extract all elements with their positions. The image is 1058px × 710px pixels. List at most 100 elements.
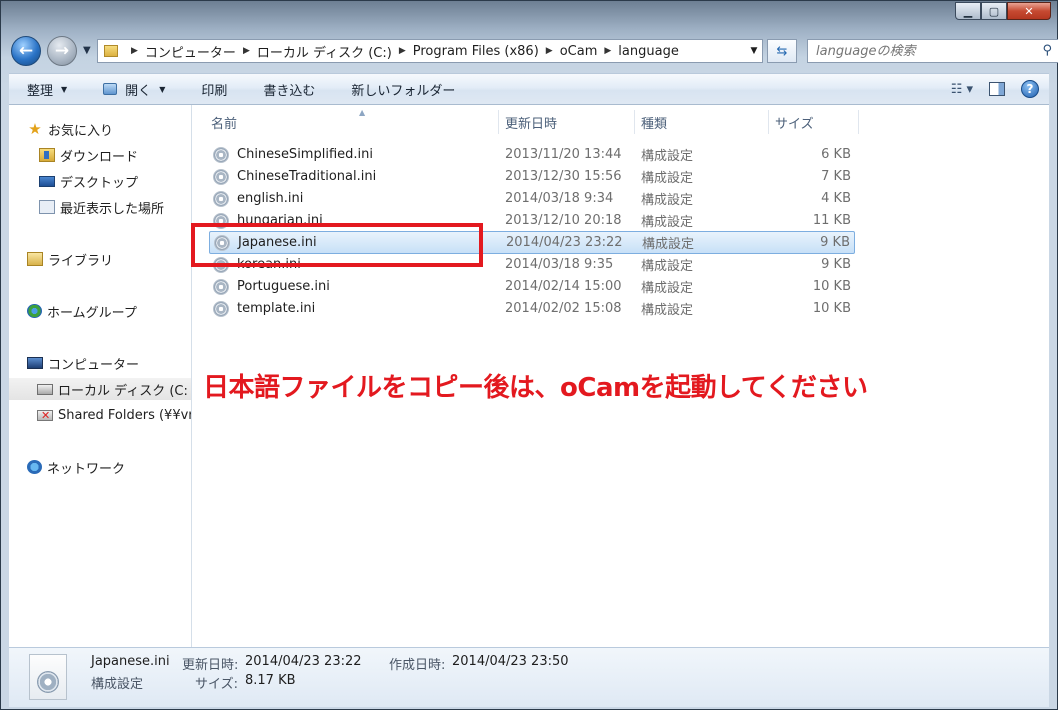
maximize-button[interactable]: ▢ (981, 2, 1007, 20)
column-header-type[interactable]: 種類 (635, 110, 769, 134)
annotation-text: 日本語ファイルをコピー後は、oCamを起動してください (203, 373, 868, 403)
file-name-cell: ChineseTraditional.ini (213, 166, 376, 187)
file-date: 2014/02/14 15:00 (505, 279, 622, 294)
print-label: 印刷 (201, 83, 228, 99)
nav-computer[interactable]: コンピューター (27, 352, 139, 374)
column-header-name[interactable]: ▲ 名前 (205, 108, 499, 134)
search-icon[interactable]: ⚲ (1042, 43, 1052, 58)
breadcrumb-ocam[interactable]: oCam (560, 44, 598, 59)
nav-favorites[interactable]: ★ お気に入り (27, 118, 113, 140)
file-name-cell: ChineseSimplified.ini (213, 144, 373, 165)
caption-buttons: ▁ ▢ ✕ (955, 2, 1051, 20)
minimize-button[interactable]: ▁ (955, 2, 981, 20)
nav-recent-places[interactable]: 最近表示した場所 (39, 196, 164, 218)
homegroup-icon (27, 304, 42, 318)
nav-desktop[interactable]: デスクトップ (39, 170, 138, 192)
recent-pages-dropdown[interactable]: ▼ (83, 45, 91, 56)
nav-homegroup[interactable]: ホームグループ (27, 300, 137, 322)
file-date: 2013/12/30 15:56 (505, 169, 622, 184)
file-row[interactable]: Portuguese.ini 2014/02/14 15:00 構成設定 10 … (209, 276, 855, 297)
nav-local-disk-label: ローカル ディスク (C: (58, 383, 188, 399)
file-row[interactable]: ChineseSimplified.ini 2013/11/20 13:44 構… (209, 144, 855, 165)
chevron-right-icon[interactable]: ▶ (243, 46, 250, 56)
file-date: 2013/12/10 20:18 (505, 213, 622, 228)
file-type: 構成設定 (641, 193, 694, 208)
config-file-icon (213, 190, 229, 207)
file-size: 6 KB (821, 147, 851, 162)
file-date: 2013/11/20 13:44 (505, 147, 622, 162)
file-size: 7 KB (821, 169, 851, 184)
new-folder-label: 新しいフォルダー (351, 83, 456, 99)
config-file-large-icon (29, 654, 67, 700)
file-row[interactable]: english.ini 2014/03/18 9:34 構成設定 4 KB (209, 188, 855, 209)
nav-local-disk[interactable]: ローカル ディスク (C: (9, 378, 191, 400)
explorer-window: ▁ ▢ ✕ ← → ▼ ▶ コンピューター ▶ ローカル ディスク (C:) ▶… (0, 0, 1058, 710)
chevron-down-icon: ▼ (61, 84, 68, 94)
details-created-value: 2014/04/23 23:50 (452, 654, 569, 669)
chevron-down-icon: ▼ (159, 84, 166, 94)
chevron-right-icon[interactable]: ▶ (546, 46, 553, 56)
nav-shared-folders-label: Shared Folders (¥¥vr (58, 407, 192, 423)
nav-libraries[interactable]: ライブラリ (27, 248, 113, 270)
help-icon[interactable]: ? (1021, 80, 1039, 98)
file-name-cell: Portuguese.ini (213, 276, 330, 297)
breadcrumb-language[interactable]: language (618, 44, 679, 59)
nav-favorites-label: お気に入り (48, 123, 114, 139)
address-bar[interactable]: ▶ コンピューター ▶ ローカル ディスク (C:) ▶ Program Fil… (97, 39, 763, 63)
file-row[interactable]: template.ini 2014/02/02 15:08 構成設定 10 KB (209, 298, 855, 319)
file-name: Portuguese.ini (237, 279, 330, 294)
computer-icon (27, 357, 43, 369)
command-bar: 整理 ▼ 開く ▼ 印刷 書き込む 新しいフォルダー ☷ ▾ ? (9, 73, 1049, 105)
organize-button[interactable]: 整理 ▼ (9, 74, 85, 104)
chevron-right-icon[interactable]: ▶ (604, 46, 611, 56)
breadcrumb-computer[interactable]: コンピューター (145, 42, 236, 61)
file-type: 構成設定 (641, 303, 694, 318)
search-box[interactable]: ⚲ (807, 39, 1058, 63)
column-size-label: サイズ (775, 116, 814, 132)
column-header-size[interactable]: サイズ (769, 110, 859, 134)
breadcrumb-program-files[interactable]: Program Files (x86) (413, 44, 539, 59)
nav-downloads-label: ダウンロード (60, 149, 139, 165)
chevron-right-icon[interactable]: ▶ (399, 46, 406, 56)
back-button[interactable]: ← (11, 36, 41, 66)
config-file-icon (213, 300, 229, 317)
print-button[interactable]: 印刷 (183, 74, 245, 104)
file-type: 構成設定 (641, 149, 694, 164)
file-name: english.ini (237, 191, 304, 206)
nav-downloads[interactable]: ダウンロード (39, 144, 138, 166)
nav-network[interactable]: ネットワーク (27, 456, 125, 478)
file-name: ChineseTraditional.ini (237, 169, 377, 184)
search-input[interactable] (816, 43, 1016, 59)
organize-label: 整理 (27, 83, 54, 99)
preview-pane-icon[interactable] (989, 82, 1005, 96)
open-button[interactable]: 開く ▼ (85, 74, 183, 104)
navigation-bar: ← → ▼ ▶ コンピューター ▶ ローカル ディスク (C:) ▶ Progr… (11, 35, 1058, 67)
libraries-icon (27, 252, 43, 266)
file-date: 2014/02/02 15:08 (505, 301, 622, 316)
file-date: 2014/04/23 23:22 (506, 235, 623, 250)
forward-button[interactable]: → (47, 36, 77, 66)
nav-homegroup-label: ホームグループ (47, 305, 137, 321)
sort-ascending-icon: ▲ (359, 108, 366, 117)
open-icon (103, 83, 118, 95)
details-size-value: 8.17 KB (245, 673, 296, 688)
new-folder-button[interactable]: 新しいフォルダー (333, 74, 473, 104)
nav-shared-folders[interactable]: Shared Folders (¥¥vr (37, 404, 192, 426)
breadcrumb-local-disk[interactable]: ローカル ディスク (C:) (257, 42, 392, 61)
forward-arrow-icon: → (54, 41, 70, 61)
close-button[interactable]: ✕ (1007, 2, 1051, 20)
burn-button[interactable]: 書き込む (245, 74, 333, 104)
network-icon (27, 460, 42, 474)
breadcrumb: ▶ コンピューター ▶ ローカル ディスク (C:) ▶ Program Fil… (124, 42, 679, 61)
file-type: 構成設定 (641, 171, 694, 186)
refresh-button[interactable]: ⇆ (767, 39, 797, 63)
file-row[interactable]: ChineseTraditional.ini 2013/12/30 15:56 … (209, 166, 855, 187)
folder-icon (104, 45, 118, 57)
view-options-icon[interactable]: ☷ ▾ (951, 82, 973, 97)
address-dropdown-icon[interactable]: ▼ (746, 40, 762, 62)
file-name-cell: template.ini (213, 298, 315, 319)
column-name-label: 名前 (211, 116, 238, 132)
column-header-date[interactable]: 更新日時 (499, 110, 635, 134)
file-size: 11 KB (812, 213, 851, 228)
chevron-right-icon[interactable]: ▶ (131, 46, 138, 56)
